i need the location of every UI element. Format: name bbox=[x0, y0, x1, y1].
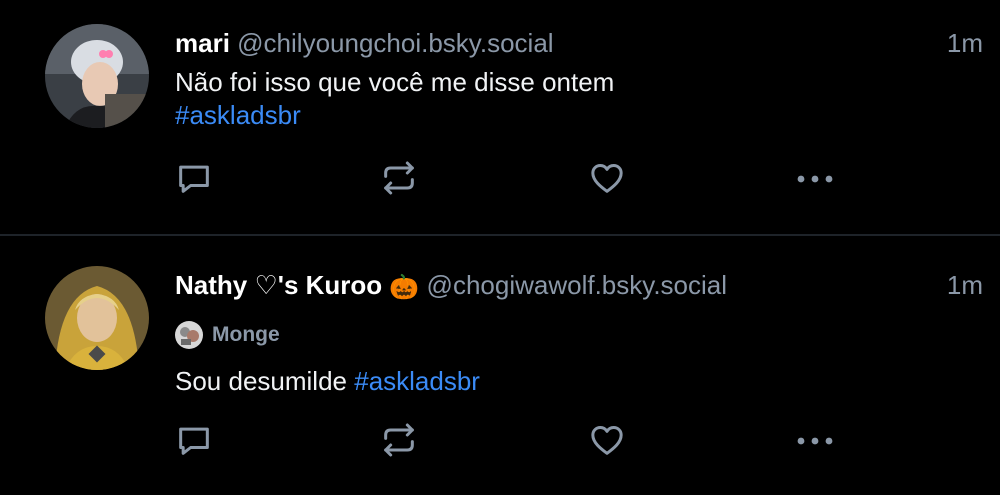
repost-icon bbox=[384, 423, 414, 457]
like-button[interactable] bbox=[583, 418, 631, 462]
post-label[interactable]: Monge bbox=[175, 320, 280, 350]
reply-icon bbox=[179, 427, 209, 455]
post-header: Nathy ♡'s Kuroo 🎃 @chogiwawolf.bsky.soci… bbox=[175, 268, 727, 305]
post-timestamp[interactable]: 1m bbox=[947, 268, 983, 302]
like-icon bbox=[591, 164, 623, 193]
post-item[interactable]: Nathy ♡'s Kuroo 🎃 @chogiwawolf.bsky.soci… bbox=[0, 236, 1000, 495]
post-text-content: Sou desumilde bbox=[175, 366, 347, 396]
pumpkin-emoji: 🎃 bbox=[389, 274, 420, 301]
post-header: mari @chilyoungchoi.bsky.social bbox=[175, 26, 554, 60]
more-options-button[interactable] bbox=[791, 156, 839, 200]
reply-button[interactable] bbox=[170, 156, 218, 200]
author-handle[interactable]: @chogiwawolf.bsky.social bbox=[427, 270, 727, 300]
more-options-button[interactable] bbox=[791, 418, 839, 462]
post-actions bbox=[0, 156, 1000, 200]
repost-icon bbox=[384, 161, 414, 195]
post-actions bbox=[0, 418, 1000, 462]
like-icon bbox=[591, 426, 623, 455]
post-text-content: Não foi isso que você me disse ontem bbox=[175, 67, 615, 97]
post-item[interactable]: mari @chilyoungchoi.bsky.social 1m Não f… bbox=[0, 0, 1000, 234]
label-name: Monge bbox=[212, 323, 280, 346]
post-text: Não foi isso que você me disse ontem #as… bbox=[175, 66, 614, 132]
like-button[interactable] bbox=[583, 156, 631, 200]
author-display-name[interactable]: Nathy ♡'s Kuroo bbox=[175, 270, 382, 300]
post-timestamp[interactable]: 1m bbox=[947, 26, 983, 60]
avatar[interactable] bbox=[45, 266, 149, 370]
label-avatar-icon bbox=[175, 321, 203, 349]
post-text: Sou desumilde #askladsbr bbox=[175, 365, 480, 398]
more-icon bbox=[797, 437, 833, 445]
repost-button[interactable] bbox=[375, 156, 423, 200]
hashtag-link[interactable]: #askladsbr bbox=[175, 100, 301, 130]
avatar[interactable] bbox=[45, 24, 149, 128]
reply-button[interactable] bbox=[170, 418, 218, 462]
more-icon bbox=[797, 175, 833, 183]
author-handle[interactable]: @chilyoungchoi.bsky.social bbox=[237, 28, 553, 58]
repost-button[interactable] bbox=[375, 418, 423, 462]
author-display-name[interactable]: mari bbox=[175, 28, 230, 58]
reply-icon bbox=[179, 165, 209, 193]
hashtag-link[interactable]: #askladsbr bbox=[354, 366, 480, 396]
